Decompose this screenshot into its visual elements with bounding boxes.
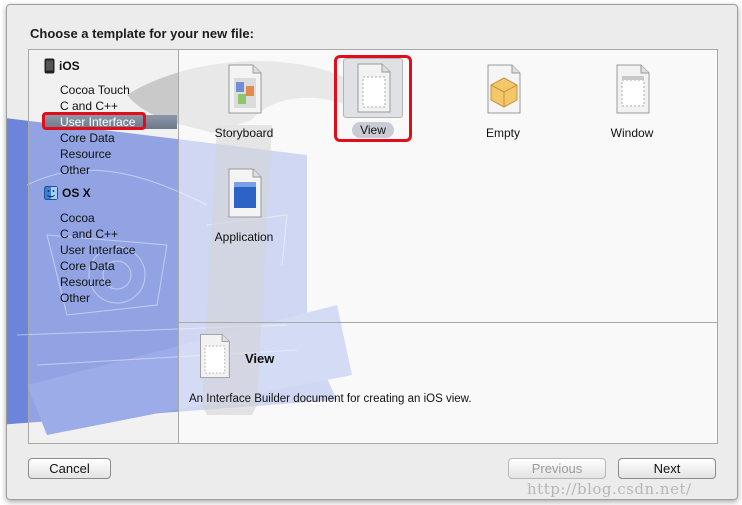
sidebar-item-ios-cocoa-touch[interactable]: Cocoa Touch — [60, 83, 130, 97]
template-grid: Storyboard View Empty Window Application — [179, 50, 717, 323]
detail-title: View — [245, 351, 275, 366]
new-file-sheet: Choose a template for your new file: iOS… — [6, 4, 738, 500]
template-label: Application — [214, 230, 274, 244]
template-panel: iOS Cocoa Touch C and C++ User Interface… — [28, 49, 718, 444]
view-document-icon — [200, 333, 230, 379]
next-button[interactable]: Next — [618, 458, 716, 479]
sidebar-item-ios-core-data[interactable]: Core Data — [60, 131, 115, 145]
selected-template-outline — [334, 55, 412, 142]
template-empty[interactable]: Empty — [453, 64, 553, 141]
storyboard-icon — [228, 64, 262, 114]
sidebar-item-ios-other[interactable]: Other — [60, 163, 90, 177]
sidebar-item-osx-core-data[interactable]: Core Data — [60, 259, 115, 273]
sidebar-item-osx-resource[interactable]: Resource — [60, 275, 111, 289]
platform-sidebar: iOS Cocoa Touch C and C++ User Interface… — [29, 50, 179, 443]
sidebar-item-osx-user-interface[interactable]: User Interface — [60, 243, 135, 257]
template-label: Storyboard — [214, 126, 274, 140]
application-document-icon — [228, 168, 262, 218]
selection-highlight-outline — [42, 112, 146, 130]
empty-cube-icon — [487, 64, 521, 114]
sidebar-item-osx-other[interactable]: Other — [60, 291, 90, 305]
sidebar-group-label: OS X — [62, 186, 91, 200]
window-document-icon — [616, 64, 650, 114]
template-application[interactable]: Application — [194, 168, 294, 245]
template-label: Window — [610, 126, 654, 140]
detail-description: An Interface Builder document for creati… — [189, 393, 472, 405]
finder-icon — [44, 186, 58, 200]
iphone-icon — [44, 58, 55, 74]
sidebar-group-ios: iOS — [44, 58, 80, 74]
dialog-title: Choose a template for your new file: — [30, 26, 254, 41]
sidebar-group-label: iOS — [59, 59, 80, 73]
sidebar-group-osx: OS X — [44, 186, 91, 200]
cancel-button[interactable]: Cancel — [28, 458, 111, 479]
template-window[interactable]: Window — [582, 64, 682, 141]
template-label: Empty — [485, 126, 520, 140]
template-detail: View An Interface Builder document for c… — [179, 323, 717, 443]
sidebar-item-ios-c-and-cpp[interactable]: C and C++ — [60, 99, 118, 113]
sidebar-item-ios-resource[interactable]: Resource — [60, 147, 111, 161]
watermark-text: http://blog.csdn.net/ — [527, 480, 692, 498]
previous-button[interactable]: Previous — [508, 458, 606, 479]
sidebar-item-osx-cocoa[interactable]: Cocoa — [60, 211, 95, 225]
sidebar-item-osx-c-and-cpp[interactable]: C and C++ — [60, 227, 118, 241]
template-storyboard[interactable]: Storyboard — [194, 64, 294, 141]
